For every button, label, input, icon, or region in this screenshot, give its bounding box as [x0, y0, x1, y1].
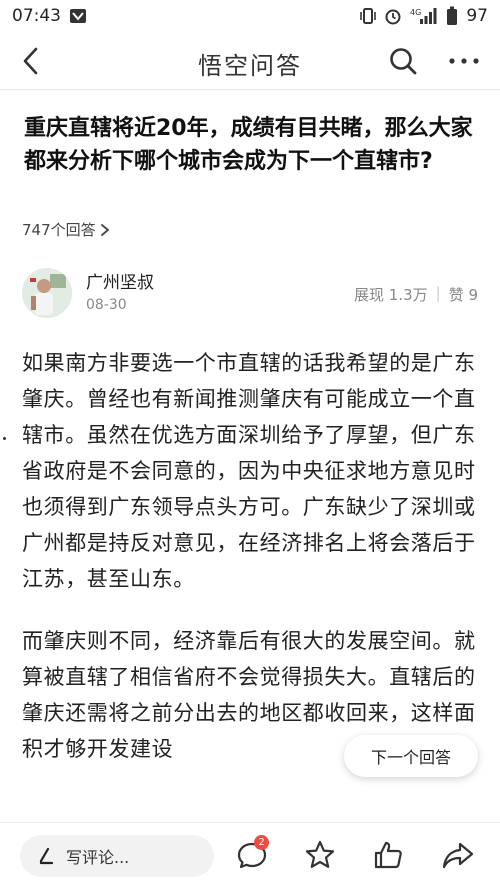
alarm-icon — [384, 7, 402, 25]
like-count: 赞 9 — [448, 286, 478, 304]
battery-level: 97 — [466, 6, 488, 26]
answer-count-label: 747个回答 — [22, 221, 96, 239]
avatar[interactable] — [22, 268, 72, 318]
next-answer-button[interactable]: 下一个回答 — [344, 735, 478, 777]
app-header: 悟空问答 — [0, 34, 500, 90]
answer-body: 如果南方非要选一个市直辖的话我希望的是广东肇庆。曾经也有新闻推测肇庆有可能成立一… — [22, 345, 482, 793]
post-date: 08-30 — [86, 297, 127, 313]
status-time: 07:43 — [12, 6, 61, 26]
answer-paragraph: 如果南方非要选一个市直辖的话我希望的是广东肇庆。曾经也有新闻推测肇庆有可能成立一… — [22, 351, 476, 591]
favorite-button[interactable] — [302, 837, 338, 873]
thumbs-up-icon — [374, 841, 402, 869]
question-title[interactable]: 重庆直辖将近20年，成绩有目共睹，那么大家都来分析下哪个城市会成为下一个直辖市? — [24, 112, 480, 178]
vibrate-icon — [360, 7, 377, 25]
like-button[interactable] — [370, 837, 406, 873]
pen-icon — [39, 847, 54, 865]
chevron-right-icon — [100, 223, 110, 236]
share-arrow-icon — [442, 842, 474, 869]
comment-input[interactable]: 写评论... — [20, 835, 214, 877]
search-button[interactable] — [386, 44, 420, 78]
edge-dot — [3, 437, 6, 440]
share-button[interactable] — [440, 837, 476, 873]
answer-stats: 展现 1.3万 | 赞 9 — [354, 284, 478, 305]
comment-placeholder: 写评论... — [66, 848, 130, 867]
stats-divider: | — [435, 284, 441, 302]
signal-icon: 4G — [410, 7, 438, 25]
search-icon — [390, 48, 417, 75]
answer-count-link[interactable]: 747个回答 — [22, 219, 110, 240]
star-icon — [305, 840, 335, 868]
notification-icon — [69, 8, 87, 24]
more-button[interactable] — [444, 44, 484, 78]
page-title: 悟空问答 — [198, 52, 302, 80]
comments-button[interactable]: 2 — [234, 835, 270, 873]
status-bar: 07:43 4G 97 — [0, 0, 500, 32]
battery-icon — [446, 6, 458, 26]
view-count: 展现 1.3万 — [354, 286, 428, 304]
network-label: 4G — [410, 8, 421, 17]
more-dots-icon — [449, 58, 479, 64]
comment-count-badge: 2 — [254, 835, 269, 850]
bottom-action-bar: 写评论... 2 — [0, 822, 500, 888]
author-name[interactable]: 广州坚叔 — [86, 268, 154, 293]
